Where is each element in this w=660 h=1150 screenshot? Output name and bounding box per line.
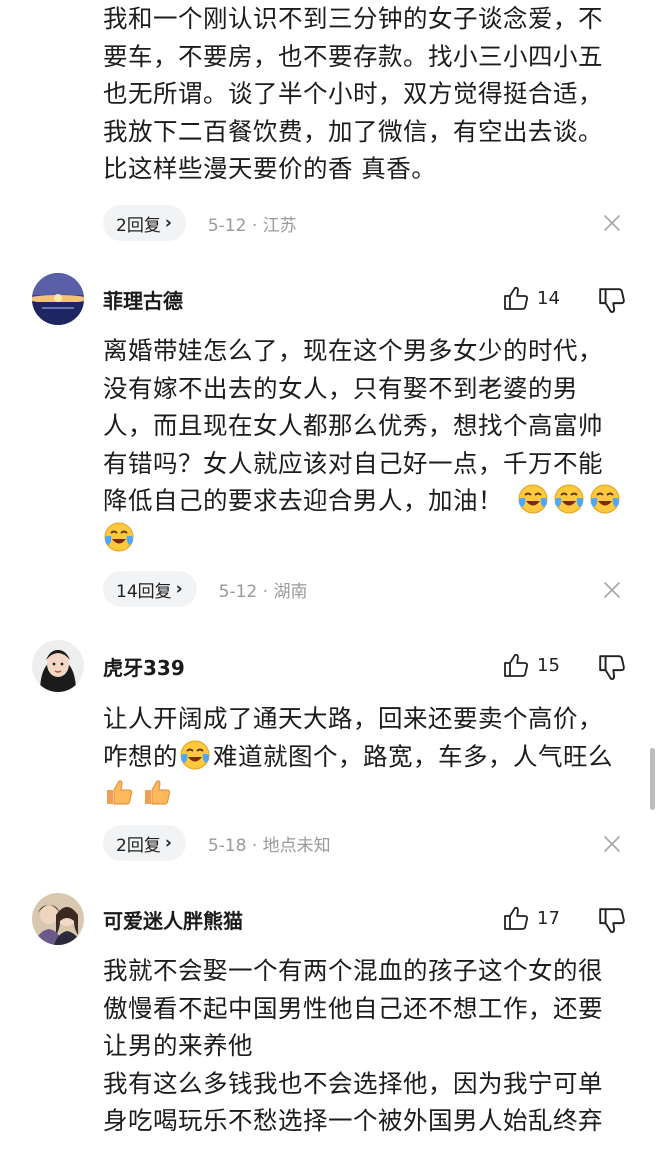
close-icon[interactable] bbox=[602, 213, 622, 233]
comment-1-meta: 2回复 › 5-12 · 江苏 bbox=[103, 205, 297, 241]
thumbs-up-icon bbox=[502, 904, 530, 932]
like-button[interactable]: 14 bbox=[502, 284, 560, 312]
thumbs-up-emoji bbox=[103, 776, 135, 808]
close-icon[interactable] bbox=[602, 834, 622, 854]
username[interactable]: 可爱迷人胖熊猫 bbox=[103, 905, 243, 934]
username[interactable]: 菲理古德 bbox=[103, 285, 183, 314]
crying-laughing-emoji bbox=[517, 483, 549, 515]
avatar[interactable] bbox=[32, 640, 84, 692]
chevron-right-icon: › bbox=[175, 579, 183, 599]
crying-laughing-emoji bbox=[179, 739, 211, 771]
reply-button[interactable]: 2回复 › bbox=[103, 205, 186, 241]
comment-3-meta: 2回复 › 5-18 · 地点未知 bbox=[103, 825, 331, 861]
thumbs-up-icon bbox=[502, 651, 530, 679]
scrollbar[interactable] bbox=[650, 748, 655, 810]
comment-4-text: 我就不会娶一个有两个混血的孩子这个女的很 傲慢看不起中国男性他自己还不想工作，还… bbox=[103, 956, 603, 1135]
comment-2-text: 离婚带娃怎么了，现在这个男多女少的时代， 没有嫁不出去的女人，只有娶不到老婆的男… bbox=[103, 332, 638, 557]
crying-laughing-emoji bbox=[103, 521, 135, 553]
crying-laughing-emoji bbox=[553, 483, 585, 515]
username[interactable]: 虎牙339 bbox=[103, 652, 185, 681]
thumbs-down-icon[interactable] bbox=[597, 286, 627, 316]
reply-button[interactable]: 14回复 › bbox=[103, 571, 197, 607]
thumbs-down-icon[interactable] bbox=[597, 653, 627, 683]
thumbs-down-icon[interactable] bbox=[597, 906, 627, 936]
comment-1-text: 我和一个刚认识不到三分钟的女子谈念爱，不 要车，不要房，也不要存款。找小三小四小… bbox=[103, 4, 603, 183]
crying-laughing-emoji bbox=[589, 483, 621, 515]
chevron-right-icon: › bbox=[164, 213, 172, 233]
reply-button[interactable]: 2回复 › bbox=[103, 825, 186, 861]
thumbs-up-icon bbox=[502, 284, 530, 312]
comment-3-text: 让人开阔成了通天大路，回来还要卖个高价， 咋想的 难道就图个，路宽，车多，人气旺么 bbox=[103, 700, 638, 813]
avatar[interactable] bbox=[32, 273, 84, 325]
thumbs-up-emoji bbox=[141, 776, 173, 808]
like-button[interactable]: 17 bbox=[502, 904, 560, 932]
chevron-right-icon: › bbox=[164, 833, 172, 853]
close-icon[interactable] bbox=[602, 580, 622, 600]
avatar[interactable] bbox=[32, 893, 84, 945]
comment-2-meta: 14回复 › 5-12 · 湖南 bbox=[103, 571, 307, 607]
like-button[interactable]: 15 bbox=[502, 651, 560, 679]
